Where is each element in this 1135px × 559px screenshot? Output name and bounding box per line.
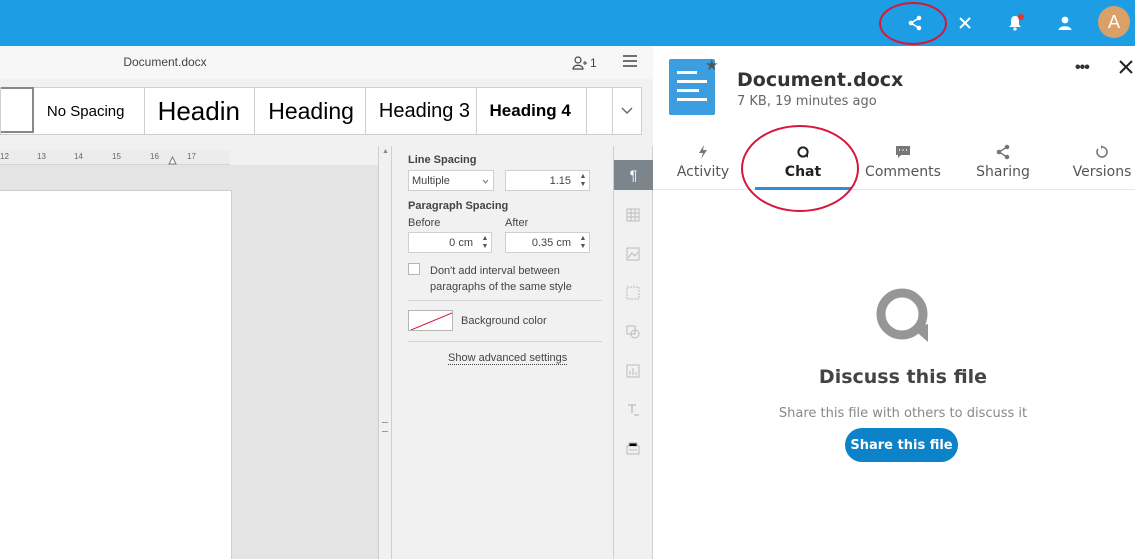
style-normal[interactable] — [1, 87, 34, 133]
checkbox-label-line-2: paragraphs of the same style — [430, 281, 572, 293]
scroll-up-icon[interactable]: ▲ — [381, 148, 390, 157]
tab-label: Sharing — [976, 164, 1030, 180]
file-name: Document.docx — [737, 69, 904, 91]
before-label: Before — [408, 217, 441, 229]
style-empty[interactable] — [587, 88, 614, 134]
users-button[interactable]: 1 — [572, 53, 597, 73]
style-heading[interactable]: Heading — [255, 88, 366, 134]
same-style-interval-checkbox[interactable] — [408, 263, 420, 275]
paragraph-settings-panel: Line Spacing Multiple 1.15 ▲ ▼ Paragraph … — [392, 146, 613, 559]
chevron-down-icon — [482, 179, 489, 184]
close-icon[interactable] — [950, 8, 980, 38]
ruler-label: 12 — [0, 152, 9, 161]
tab-label: Chat — [784, 164, 822, 180]
empty-state-subtitle: Share this file with others to discuss i… — [778, 406, 1028, 421]
horizontal-ruler[interactable]: 12 13 14 15 16 17 — [0, 150, 230, 165]
text-art-icon[interactable] — [620, 397, 646, 423]
tab-sharing[interactable]: Sharing — [963, 142, 1043, 190]
chart-icon[interactable] — [620, 358, 646, 384]
spinner-icon[interactable]: ▲ ▼ — [481, 235, 489, 251]
paragraph-icon[interactable]: ¶ — [614, 160, 653, 190]
ruler-label: 15 — [112, 152, 121, 161]
tab-label: Comments — [865, 164, 941, 180]
notifications-icon[interactable] — [1000, 8, 1030, 38]
line-spacing-mode-select[interactable]: Multiple — [408, 170, 494, 191]
chat-icon — [755, 142, 851, 162]
empty-state-title: Discuss this file — [818, 366, 988, 388]
no-color-icon — [410, 312, 452, 330]
line-spacing-label: Line Spacing — [408, 154, 477, 166]
activity-icon — [665, 142, 741, 162]
close-sidebar-icon[interactable] — [1119, 58, 1135, 78]
share-icon — [963, 142, 1043, 162]
style-heading-1[interactable]: Headin — [145, 88, 256, 134]
after-spacing-input[interactable]: 0.35 cm ▲ ▼ — [505, 232, 590, 253]
indent-marker-icon[interactable] — [168, 156, 177, 165]
style-no-spacing[interactable]: No Spacing — [34, 88, 145, 134]
chevron-down-icon[interactable] — [613, 88, 641, 134]
tab-activity[interactable]: Activity — [665, 142, 741, 190]
paragraph-spacing-label: Paragraph Spacing — [408, 200, 509, 212]
users-icon — [572, 56, 587, 70]
spinner-icon[interactable]: ▲ ▼ — [579, 235, 587, 251]
divider — [408, 341, 602, 342]
star-icon[interactable]: ★ — [705, 56, 718, 74]
more-options-icon[interactable]: ••• — [1075, 59, 1090, 77]
background-color-picker[interactable] — [408, 310, 453, 331]
after-label: After — [505, 217, 529, 229]
sidebar-tabs: Activity Chat Comments Sharing Versions — [653, 142, 1135, 190]
line-spacing-value-input[interactable]: 1.15 ▲ ▼ — [505, 170, 590, 191]
style-heading-4[interactable]: Heading 4 — [477, 88, 588, 134]
tab-chat[interactable]: Chat — [755, 142, 851, 190]
checkbox-label: Don't add interval between paragraphs of… — [430, 263, 572, 295]
after-spacing-value: 0.35 cm — [531, 236, 571, 249]
comments-icon — [863, 142, 943, 162]
document-page[interactable] — [0, 190, 232, 559]
line-spacing-mode-value: Multiple — [412, 174, 450, 187]
mail-merge-icon[interactable] — [620, 436, 646, 462]
ruler-label: 17 — [187, 152, 196, 161]
share-file-button[interactable]: Share this file — [845, 428, 958, 462]
scroll-grip[interactable] — [382, 422, 388, 432]
top-bar: A — [0, 0, 1135, 46]
tab-label: Activity — [676, 164, 730, 180]
header-footer-icon[interactable] — [620, 280, 646, 306]
styles-gallery: No Spacing Headin Heading Heading 3 Head… — [0, 87, 642, 135]
tab-versions[interactable]: Versions — [1065, 142, 1135, 190]
before-spacing-value: 0 cm — [449, 236, 473, 249]
avatar[interactable]: A — [1098, 6, 1130, 38]
before-spacing-input[interactable]: 0 cm ▲ ▼ — [408, 232, 492, 253]
tab-label: Versions — [1072, 164, 1132, 180]
notification-dot — [1018, 14, 1024, 20]
show-advanced-settings-link[interactable]: Show advanced settings — [448, 352, 568, 365]
checkbox-label-line-1: Don't add interval between — [430, 265, 560, 277]
right-toolbar: ¶ — [613, 146, 653, 559]
background-color-label: Background color — [461, 315, 547, 327]
ruler-label: 16 — [150, 152, 159, 161]
doc-title-bar: Document.docx 1 — [0, 46, 653, 79]
document-editor: Document.docx 1 No Spacing Headin Headin… — [0, 46, 653, 559]
history-icon — [1065, 142, 1135, 162]
image-icon[interactable] — [620, 241, 646, 267]
chat-icon — [876, 288, 928, 342]
vertical-scrollbar[interactable]: ▲ — [378, 146, 392, 559]
ruler-label: 13 — [37, 152, 46, 161]
users-count: 1 — [590, 56, 597, 70]
divider — [408, 300, 602, 301]
file-details-sidebar: ★ Document.docx 7 KB, 19 minutes ago •••… — [653, 46, 1135, 559]
table-icon[interactable] — [620, 202, 646, 228]
doc-title: Document.docx — [123, 55, 207, 69]
file-meta: 7 KB, 19 minutes ago — [737, 94, 877, 109]
spinner-icon[interactable]: ▲ ▼ — [579, 173, 587, 189]
hamburger-menu-icon[interactable] — [622, 54, 640, 72]
line-spacing-value: 1.15 — [549, 174, 571, 187]
shape-icon[interactable] — [620, 319, 646, 345]
ruler-label: 14 — [74, 152, 83, 161]
style-heading-3[interactable]: Heading 3 — [366, 88, 477, 134]
share-icon[interactable] — [900, 8, 930, 38]
tab-comments[interactable]: Comments — [863, 142, 943, 190]
contacts-icon[interactable] — [1050, 8, 1080, 38]
